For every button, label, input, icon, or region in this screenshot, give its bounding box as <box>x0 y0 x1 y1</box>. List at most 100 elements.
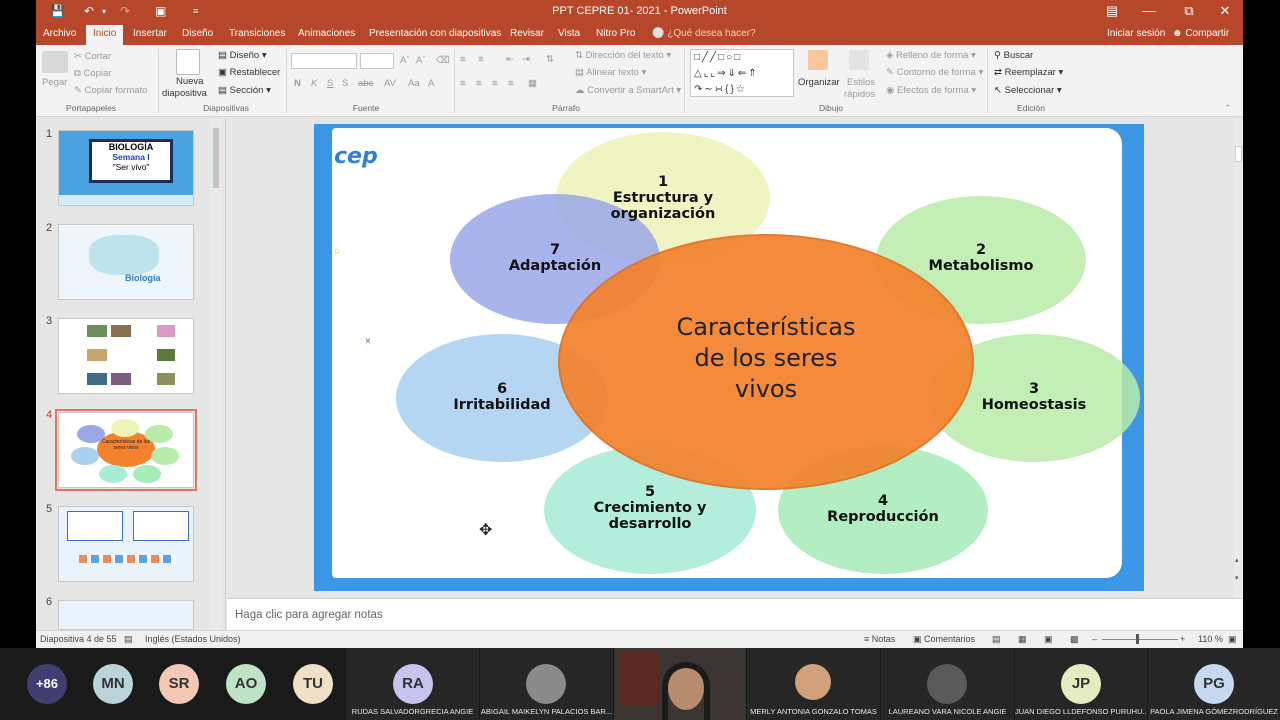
more-participants-button[interactable]: +86 <box>27 664 67 704</box>
font-size-field[interactable] <box>360 53 394 69</box>
tab-inicio[interactable]: Inicio <box>86 25 124 45</box>
new-slide-label-2[interactable]: diapositiva <box>162 88 207 99</box>
reading-view-icon[interactable]: ▣ <box>1044 634 1053 645</box>
scrollbar-thumb[interactable] <box>1235 146 1242 162</box>
scrollbar-thumb[interactable] <box>213 128 219 188</box>
slideshow-icon[interactable]: ▩ <box>1070 634 1079 645</box>
slide-thumbnail-1[interactable]: BIOLOGÍA Semana I "Ser vivo" <box>58 130 194 206</box>
align-center-icon[interactable]: ≡ <box>476 78 482 89</box>
tab-transiciones[interactable]: Transiciones <box>229 28 285 39</box>
slide-thumbnail-6[interactable] <box>58 600 194 630</box>
shadow-button[interactable]: S <box>342 78 348 89</box>
italic-button[interactable]: K <box>311 78 317 89</box>
close-button[interactable]: ✕ <box>1210 3 1240 19</box>
language-status[interactable]: Inglés (Estados Unidos) <box>145 634 241 644</box>
align-text-button[interactable]: ▤ Alinear texto ▾ <box>575 67 646 78</box>
spellcheck-icon[interactable]: ▤ <box>124 634 133 645</box>
tab-revisar[interactable]: Revisar <box>510 28 544 39</box>
clear-format-icon[interactable]: ⌫ <box>436 55 449 66</box>
prev-slide-icon[interactable]: ▴ <box>1235 556 1239 564</box>
reset-button[interactable]: ▣ Restablecer <box>218 67 280 78</box>
zoom-out-button[interactable]: – <box>1092 634 1097 644</box>
participant-tile[interactable]: JP JUAN DIEGO LLDEFONSO PURUHU... <box>1015 648 1147 720</box>
strikethrough-button[interactable]: abc <box>358 78 373 89</box>
grow-font-icon[interactable]: Aˆ <box>400 55 410 66</box>
align-left-icon[interactable]: ≡ <box>460 78 466 89</box>
collapse-ribbon-icon[interactable]: ⌃ <box>1224 103 1232 114</box>
quick-styles-label-1[interactable]: Estilos <box>847 77 875 88</box>
shapes-gallery[interactable]: □╱╱□○□ △⌞⌞⇒⇓⇐⇑ ↷∼∺{}☆ <box>690 49 794 97</box>
indent-icon[interactable]: ⇤ <box>506 54 514 65</box>
participant-tile[interactable]: PG PAOLA JIMENA GÓMEZRODRÍGUEZ <box>1148 648 1280 720</box>
shape-effects-button[interactable]: ◉ Efectos de forma ▾ <box>886 85 976 96</box>
smartart-button[interactable]: ☁ Convertir a SmartArt ▾ <box>575 85 681 96</box>
quick-styles-icon[interactable] <box>849 50 869 70</box>
participant-avatar[interactable]: MN <box>93 664 133 704</box>
participant-avatar[interactable]: TU <box>293 664 333 704</box>
notes-toggle[interactable]: ≡ Notas <box>864 634 895 644</box>
format-painter-button[interactable]: ✎ Copiar formato <box>74 85 147 96</box>
tab-insertar[interactable]: Insertar <box>133 28 167 39</box>
copy-button[interactable]: ⧉ Copiar <box>74 68 111 79</box>
slide-sorter-icon[interactable]: ▦ <box>1018 634 1027 645</box>
participant-tile[interactable]: RA RUDAS SALVADORGRECIA ANGIE <box>346 648 479 720</box>
layout-button[interactable]: ▤ Diseño ▾ <box>218 50 267 61</box>
tab-presentacion[interactable]: Presentación con diapositivas <box>369 28 501 39</box>
outdent-icon[interactable]: ⇥ <box>522 54 530 65</box>
font-color-button[interactable]: A <box>428 78 434 89</box>
minimize-button[interactable]: — <box>1134 3 1164 18</box>
next-slide-icon[interactable]: ▾ <box>1235 574 1239 582</box>
shrink-font-icon[interactable]: Aˇ <box>416 55 426 66</box>
current-slide[interactable]: cep 1 Estructura y organización 2 Metaboli… <box>314 124 1144 591</box>
shape-fill-button[interactable]: ◈ Relleno de forma ▾ <box>886 50 976 61</box>
tab-vista[interactable]: Vista <box>558 28 580 39</box>
slide-scrollbar[interactable]: ▴ ▾ <box>1234 118 1243 598</box>
slide-thumbnail-2[interactable]: Biología <box>58 224 194 300</box>
arrange-button[interactable]: Organizar <box>798 77 840 88</box>
participant-avatar[interactable]: SR <box>159 664 199 704</box>
bullets-icon[interactable]: ≡ <box>460 54 466 65</box>
quick-styles-label-2[interactable]: rápidos <box>844 89 875 100</box>
slide-thumbnail-3[interactable] <box>58 318 194 394</box>
align-right-icon[interactable]: ≡ <box>492 78 498 89</box>
restore-button[interactable]: ⧉ <box>1174 3 1204 19</box>
cut-button[interactable]: ✂ Cortar <box>74 51 111 62</box>
select-button[interactable]: ↖ Seleccionar ▾ <box>994 85 1062 96</box>
thumbnail-scrollbar[interactable] <box>211 118 221 630</box>
normal-view-icon[interactable]: ▤ <box>992 634 1001 645</box>
paste-button[interactable]: Pegar <box>42 77 67 88</box>
ribbon-display-icon[interactable]: ▤ <box>1097 3 1127 19</box>
zoom-slider-track[interactable] <box>1102 639 1178 640</box>
font-name-field[interactable] <box>291 53 357 69</box>
tab-animaciones[interactable]: Animaciones <box>298 28 355 39</box>
slide-thumbnail-4-selected[interactable]: Características de los seres vivos <box>55 409 197 491</box>
tab-nitro-pro[interactable]: Nitro Pro <box>596 28 635 39</box>
participant-tile[interactable]: LAUREANO VARA NICOLE ANGIE <box>881 648 1014 720</box>
line-spacing-icon[interactable]: ⇅ <box>546 54 554 65</box>
char-spacing-button[interactable]: AV <box>384 78 396 89</box>
participant-avatar[interactable]: AO <box>226 664 266 704</box>
numbering-icon[interactable]: ≡ <box>478 54 484 65</box>
justify-icon[interactable]: ≡ <box>508 78 514 89</box>
zoom-slider-thumb[interactable] <box>1136 634 1139 644</box>
fit-to-window-icon[interactable]: ▣ <box>1228 634 1237 645</box>
share-button[interactable]: ☻ Compartir <box>1172 28 1229 39</box>
columns-icon[interactable]: ▦ <box>528 78 537 89</box>
sign-in-link[interactable]: Iniciar sesión <box>1107 28 1165 39</box>
paste-icon[interactable] <box>42 51 68 73</box>
tab-diseno[interactable]: Diseño <box>182 28 213 39</box>
bold-button[interactable]: N <box>294 78 301 89</box>
underline-button[interactable]: S <box>327 78 333 89</box>
new-slide-label-1[interactable]: Nueva <box>176 76 203 87</box>
zoom-level[interactable]: 110 % <box>1198 634 1223 644</box>
participant-video-tile[interactable] <box>614 648 746 720</box>
slide-thumbnail-5[interactable] <box>58 506 194 582</box>
section-button[interactable]: ▤ Sección ▾ <box>218 85 271 96</box>
new-slide-icon[interactable] <box>176 49 200 75</box>
replace-button[interactable]: ⇄ Reemplazar ▾ <box>994 67 1063 78</box>
participant-tile[interactable]: MERLY ANTONIA GONZALO TOMAS <box>747 648 880 720</box>
arrange-icon[interactable] <box>808 50 828 70</box>
participant-tile[interactable]: ABIGAIL MAIKELYN PALACIOS BAR... <box>480 648 613 720</box>
tab-archivo[interactable]: Archivo <box>43 28 76 39</box>
comments-toggle[interactable]: ▣ Comentarios <box>913 634 975 645</box>
